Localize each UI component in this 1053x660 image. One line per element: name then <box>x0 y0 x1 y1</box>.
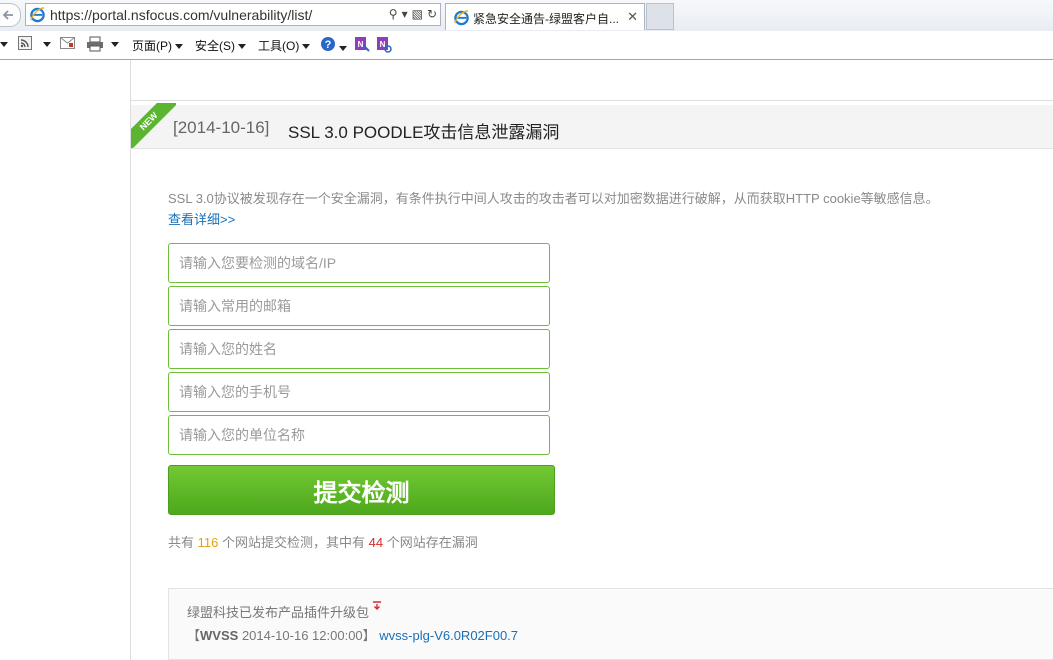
svg-text:N: N <box>358 40 364 49</box>
ie-logo-icon <box>30 7 45 23</box>
submit-check-button[interactable]: 提交检测 <box>168 465 555 515</box>
page-menu[interactable]: 页面(P) <box>132 37 183 54</box>
rss-feed-icon[interactable] <box>18 36 32 53</box>
help-menu[interactable]: ? <box>320 36 347 55</box>
advisory-description: SSL 3.0协议被发现存在一个安全漏洞，有条件执行中间人攻击的攻击者可以对加密… <box>168 191 939 206</box>
divider <box>130 100 1053 101</box>
update-news-headline: 绿盟科技已发布产品插件升级包 <box>187 605 370 620</box>
stats-middle: 个网站提交检测，其中有 <box>222 535 366 550</box>
help-icon: ? <box>321 37 335 51</box>
new-badge-label: NEW <box>131 103 176 148</box>
tab-title: 紧急安全通告-绿盟客户自... <box>473 12 619 26</box>
browser-address-row: https://portal.nsfocus.com/vulnerability… <box>0 0 1053 32</box>
safety-menu-label: 安全(S) <box>195 39 235 53</box>
print-icon[interactable] <box>86 36 104 55</box>
chevron-down-icon <box>175 44 183 50</box>
tools-menu-label: 工具(O) <box>258 39 300 53</box>
onenote-linked-notes-icon[interactable]: N <box>376 35 392 56</box>
page-menu-label: 页面(P) <box>132 39 172 53</box>
download-icon[interactable] <box>371 601 383 611</box>
domain-ip-input[interactable] <box>168 243 550 283</box>
new-badge: NEW <box>131 103 176 148</box>
stats-prefix: 共有 <box>168 535 195 550</box>
submitted-count: 116 <box>197 535 219 550</box>
chevron-down-icon <box>238 44 246 50</box>
phone-input[interactable] <box>168 372 550 412</box>
search-icon[interactable]: ⚲ <box>389 6 398 23</box>
bracket-close: 】 <box>362 628 376 643</box>
update-timestamp: 2014-10-16 12:00:00 <box>241 628 363 643</box>
chevron-down-icon[interactable] <box>108 37 119 51</box>
dropdown-arrow-icon[interactable]: ▾ <box>402 6 408 23</box>
command-bar: 页面(P) 安全(S) 工具(O) ? N N <box>0 31 1053 60</box>
active-tab[interactable]: 紧急安全通告-绿盟客户自... ✕ <box>445 3 645 30</box>
close-tab-icon[interactable]: ✕ <box>627 9 638 25</box>
onenote-icon[interactable]: N <box>354 35 370 56</box>
advisory-title: SSL 3.0 POODLE攻击信息泄露漏洞 <box>288 123 560 142</box>
email-input[interactable] <box>168 286 550 326</box>
back-button[interactable] <box>0 3 21 27</box>
url-text: https://portal.nsfocus.com/vulnerability… <box>50 7 313 23</box>
chevron-down-icon[interactable] <box>40 37 51 51</box>
address-bar[interactable]: https://portal.nsfocus.com/vulnerability… <box>25 3 441 26</box>
update-news-item: 【WVSS 2014-10-16 12:00:00】 wvss-plg-V6.0… <box>187 625 518 644</box>
chevron-down-icon[interactable] <box>0 37 8 51</box>
mail-icon[interactable] <box>60 37 75 52</box>
view-details-link[interactable]: 查看详细>> <box>168 209 235 228</box>
ie-logo-icon <box>454 10 469 26</box>
advisory-date: [2014-10-16] <box>173 118 270 137</box>
company-input[interactable] <box>168 415 550 455</box>
plugin-package-link[interactable]: wvss-plg-V6.0R02F00.7 <box>379 628 518 643</box>
stats-suffix: 个网站存在漏洞 <box>386 535 478 550</box>
bracket-open: 【 <box>187 628 201 643</box>
safety-menu[interactable]: 安全(S) <box>195 37 246 54</box>
new-tab-button[interactable] <box>646 3 674 30</box>
refresh-icon[interactable]: ↻ <box>427 6 437 23</box>
address-bar-actions: ⚲ ▾ ▧ ↻ <box>389 6 437 23</box>
product-name: WVSS <box>200 628 239 643</box>
chevron-down-icon <box>302 44 311 50</box>
tools-menu[interactable]: 工具(O) <box>258 37 311 54</box>
detection-stats: 共有 116 个网站提交检测，其中有 44 个网站存在漏洞 <box>168 532 478 551</box>
back-arrow-icon <box>2 10 13 20</box>
name-input[interactable] <box>168 329 550 369</box>
update-news-box <box>168 588 1053 660</box>
chevron-down-icon <box>339 46 347 52</box>
compatibility-view-icon[interactable]: ▧ <box>412 6 423 23</box>
vulnerable-count: 44 <box>368 535 384 550</box>
svg-text:?: ? <box>325 39 332 51</box>
